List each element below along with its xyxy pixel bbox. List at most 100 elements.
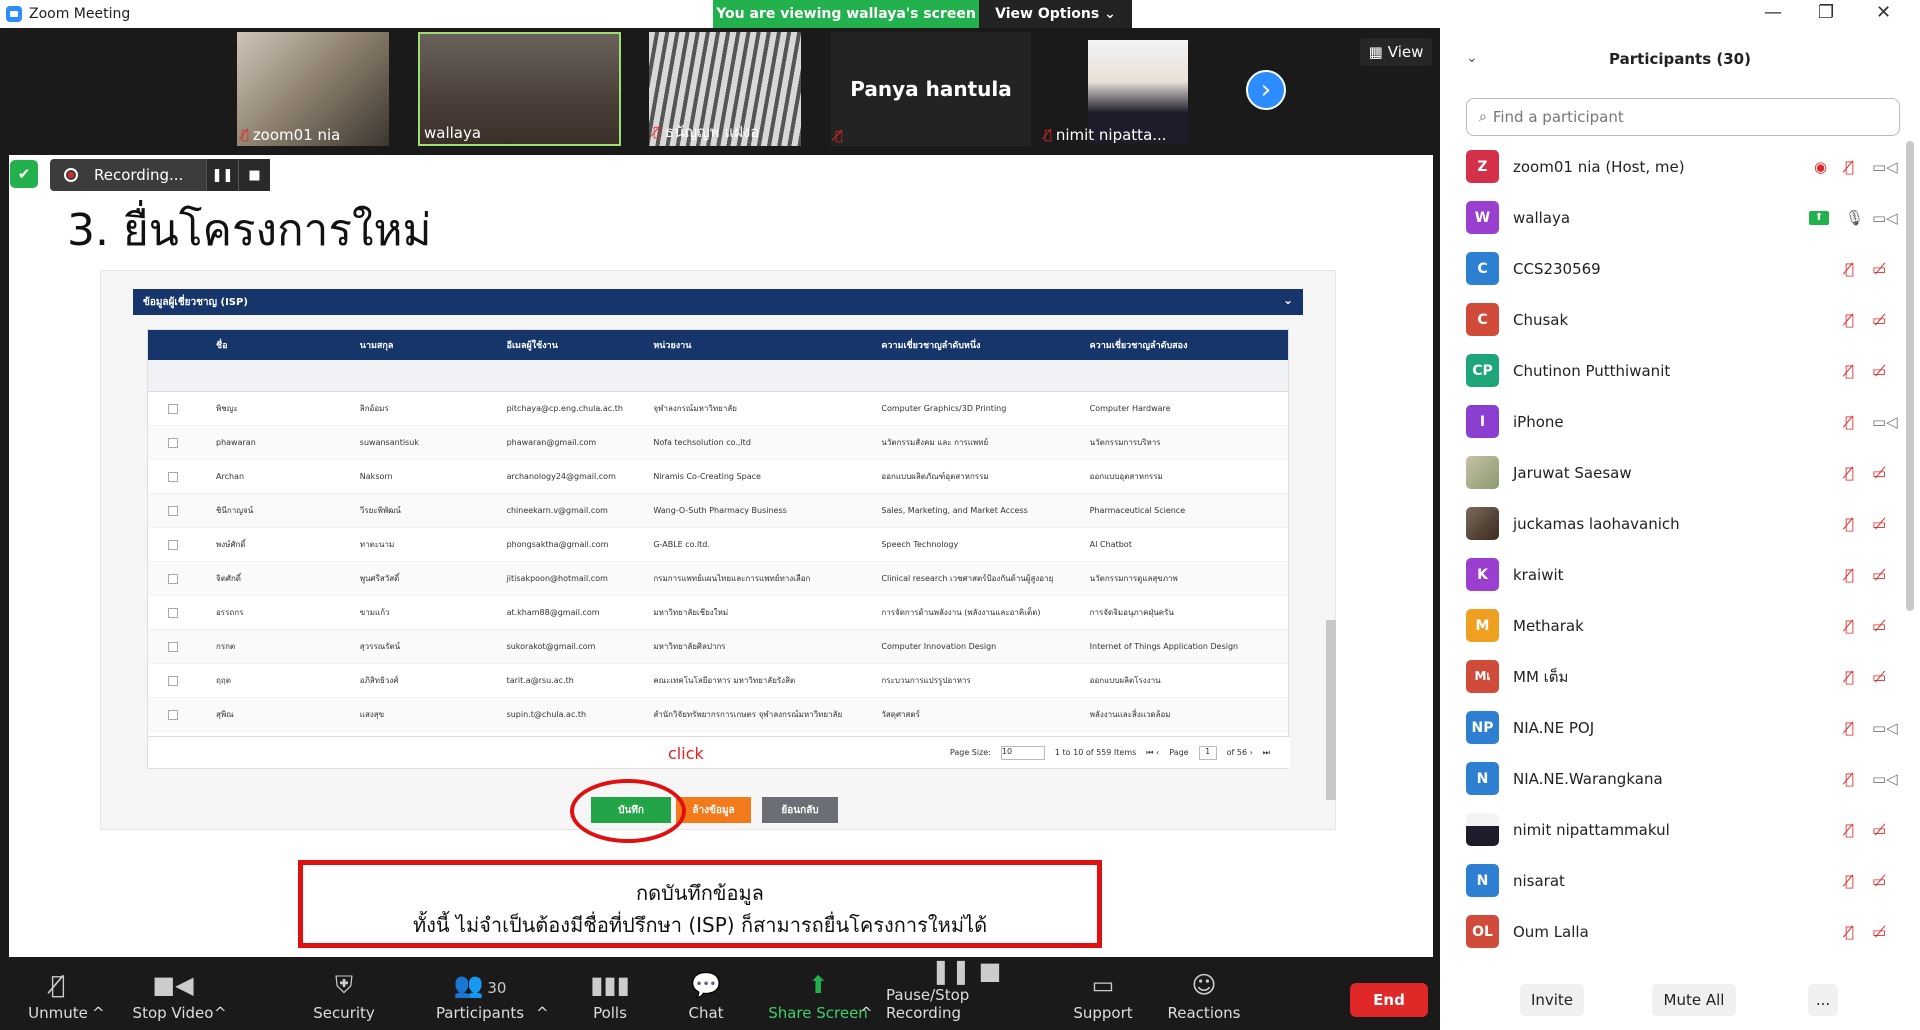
mic-muted-icon[interactable]: 🎙̸ [1845,260,1854,278]
pager-of-next[interactable]: of 56 › [1227,748,1253,757]
invite-button[interactable]: Invite [1520,984,1584,1016]
mic-icon[interactable]: 🎙 [1845,209,1864,227]
participant-row[interactable]: IiPhone 🎙̸ ▭◁ [1440,396,1904,447]
clear-button[interactable]: ล้างข้อมูล [676,797,751,823]
mute-all-button[interactable]: Mute All [1652,984,1736,1016]
mic-muted-icon[interactable]: 🎙̸ [1845,770,1854,788]
mic-muted-icon[interactable]: 🎙̸ [1845,821,1854,839]
participant-row[interactable]: C CCS230569 🎙̸ ▭̸ [1440,243,1904,294]
pager-first-prev[interactable]: ⏮ ‹ [1146,748,1159,758]
row-checkbox[interactable] [168,607,178,618]
mic-muted-icon[interactable]: 🎙̸ [1845,311,1854,329]
back-button[interactable]: ย้อนกลับ [762,797,838,823]
column-header[interactable]: ความเชี่ยวชาญลำดับสอง [1090,338,1288,352]
pause-stop-recording-button[interactable]: ❚❚ ■ Pause/Stop Recording [886,957,1046,1030]
next-page-arrow-icon[interactable]: › [1246,70,1286,110]
security-shield-icon[interactable]: ✔ [10,160,38,188]
video-tile[interactable]: 🎙̸ ธนัญญพ แฝงอ [649,32,801,146]
pager-last[interactable]: ⏭ [1263,748,1270,758]
participant-row[interactable]: N NIA.NE.Warangkana 🎙̸ ▭◁ [1440,753,1904,804]
participant-row[interactable]: nimit nipattammakul 🎙̸ ▭̸ [1440,804,1904,855]
view-options-button[interactable]: View Options ⌄ [979,0,1132,28]
participant-row[interactable]: CP Chutinon Putthiwanit 🎙̸ ▭̸ [1440,345,1904,396]
mic-muted-icon[interactable]: 🎙̸ [1845,719,1854,737]
participant-row[interactable]: Nnisarat 🎙̸ ▭̸ [1440,855,1904,906]
security-button[interactable]: ⛨ Security [304,963,384,1030]
participant-row[interactable]: M Metharak 🎙̸ ▭̸ [1440,600,1904,651]
video-off-icon[interactable]: ▭̸ [1872,464,1886,482]
video-off-icon[interactable]: ▭̸ [1872,515,1886,533]
support-button[interactable]: ▭ Support [1068,963,1138,1030]
stop-recording-icon[interactable]: ■ [238,159,270,191]
page-size-select[interactable]: 10 [1000,745,1045,760]
find-participant-input[interactable]: ⌕ Find a participant [1466,98,1900,136]
row-checkbox[interactable] [168,709,178,720]
row-checkbox[interactable] [168,675,178,686]
video-camera-icon[interactable]: ▭◁ [1872,413,1898,431]
mic-muted-icon[interactable]: 🎙̸ [1845,566,1854,584]
column-header[interactable]: หน่วยงาน [653,338,881,352]
video-camera-icon[interactable]: ▭◁ [1872,158,1898,176]
video-tile-active-speaker[interactable]: wallaya [418,32,621,146]
video-camera-icon[interactable]: ▭◁ [1872,209,1898,227]
column-header[interactable]: อีเมลผู้ใช้งาน [507,338,654,352]
video-off-icon[interactable]: ▭̸ [1872,260,1886,278]
video-off-icon[interactable]: ▭̸ [1872,872,1886,890]
mic-muted-icon[interactable]: 🎙̸ [1845,158,1854,176]
end-meeting-button[interactable]: End [1350,983,1428,1017]
close-icon[interactable]: ✕ [1876,2,1891,23]
row-checkbox[interactable] [168,573,178,584]
column-header[interactable]: นามสกุล [360,338,507,352]
mic-muted-icon[interactable]: 🎙̸ [1845,668,1854,686]
participant-row[interactable]: juckamas laohavanich 🎙̸ ▭̸ [1440,498,1904,549]
video-off-icon[interactable]: ▭̸ [1872,668,1886,686]
participant-row[interactable]: Zzoom01 nia (Host, me) ◉ 🎙̸ ▭◁ [1440,141,1904,192]
video-off-icon[interactable]: ▭̸ [1872,821,1886,839]
share-options-caret-icon[interactable]: ^ [860,963,873,1030]
participant-row[interactable]: NP NIA.NE POJ 🎙̸ ▭◁ [1440,702,1904,753]
video-options-caret-icon[interactable]: ^ [214,963,227,1030]
video-off-icon[interactable]: ▭̸ [1872,923,1886,941]
polls-button[interactable]: ▮▮▮ Polls [580,963,640,1030]
restore-icon[interactable]: ❐ [1818,2,1834,23]
stop-video-button[interactable]: ■◀ Stop Video [128,963,218,1030]
participant-row[interactable]: OL Oum Lalla 🎙̸ ▭̸ [1440,906,1904,957]
share-screen-button[interactable]: ⬆ Share Screen [768,963,868,1030]
pause-recording-icon[interactable]: ❚❚ [206,159,238,191]
video-tile[interactable]: Panya hantula 🎙̸ [831,32,1031,146]
video-camera-icon[interactable]: ▭◁ [1872,719,1898,737]
participants-button[interactable]: 👥 30 Participants [430,963,530,1030]
video-off-icon[interactable]: ▭̸ [1872,362,1886,380]
mic-muted-icon[interactable]: 🎙̸ [1845,413,1854,431]
mic-muted-icon[interactable]: 🎙̸ [1845,617,1854,635]
participant-row[interactable]: Wwallaya ⬆ 🎙 ▭◁ [1440,192,1904,243]
more-options-button[interactable]: ... [1808,984,1838,1016]
video-off-icon[interactable]: ▭̸ [1872,566,1886,584]
participant-row[interactable]: Kkraiwit 🎙̸ ▭̸ [1440,549,1904,600]
unmute-button[interactable]: 🎙̸ Unmute [18,963,98,1030]
row-checkbox[interactable] [168,471,178,482]
row-checkbox[interactable] [168,539,178,550]
participant-row[interactable]: C Chusak 🎙̸ ▭̸ [1440,294,1904,345]
video-off-icon[interactable]: ▭̸ [1872,617,1886,635]
row-checkbox[interactable] [168,505,178,516]
mic-muted-icon[interactable]: 🎙̸ [1845,923,1854,941]
video-tile[interactable]: 🎙̸ zoom01 nia [237,32,389,146]
column-header[interactable]: ชื่อ [216,338,360,352]
participant-row[interactable]: Mเ MM เต็ม 🎙̸ ▭̸ [1440,651,1904,702]
chevron-down-icon[interactable]: ⌄ [1283,293,1293,307]
minimize-icon[interactable]: — [1764,2,1782,23]
chat-button[interactable]: 💬 Chat [676,963,736,1030]
column-header[interactable]: ความเชี่ยวชาญลำดับหนึ่ง [881,338,1089,352]
participant-row[interactable]: Jaruwat Saesaw 🎙̸ ▭̸ [1440,447,1904,498]
reactions-button[interactable]: ☺ Reactions [1164,963,1244,1030]
participants-caret-icon[interactable]: ^ [536,963,549,1030]
row-checkbox[interactable] [168,437,178,448]
video-off-icon[interactable]: ▭̸ [1872,311,1886,329]
mic-muted-icon[interactable]: 🎙̸ [1845,515,1854,533]
shared-screen-scrollbar[interactable] [1326,620,1336,800]
mic-muted-icon[interactable]: 🎙̸ [1845,872,1854,890]
video-tile[interactable]: 🎙̸ nimit nipatta... [1040,32,1190,146]
participant-list-scrollbar[interactable] [1906,141,1914,611]
page-number-input[interactable]: 1 [1198,745,1217,760]
